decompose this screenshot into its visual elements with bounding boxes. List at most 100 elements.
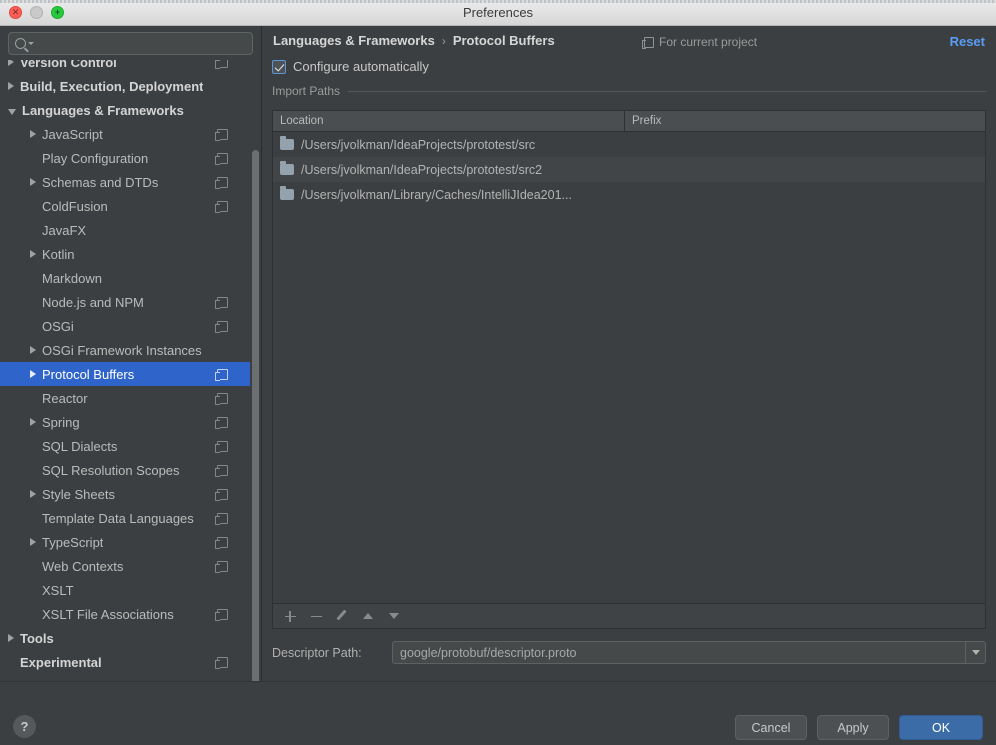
window-titlebar: ✕ + Preferences: [0, 0, 996, 26]
import-paths-table[interactable]: Location Prefix /Users/jvolkman/IdeaProj…: [272, 110, 986, 604]
sidebar-item-label: OSGi Framework Instances: [42, 342, 202, 358]
sidebar-item-label: Version Control: [20, 60, 117, 70]
chevron-right-icon[interactable]: [30, 250, 36, 258]
chevron-down-icon[interactable]: [28, 42, 34, 45]
minimize-window-button[interactable]: [30, 6, 43, 19]
sidebar-item-protocol-buffers[interactable]: Protocol Buffers: [0, 362, 250, 386]
sidebar-item-tools[interactable]: Tools: [0, 626, 250, 650]
folder-icon: [280, 186, 294, 200]
window-controls[interactable]: ✕ +: [9, 6, 64, 19]
close-window-button[interactable]: ✕: [9, 6, 22, 19]
sidebar-item-javascript[interactable]: JavaScript: [0, 122, 250, 146]
sidebar-item-play-configuration[interactable]: Play Configuration: [0, 146, 250, 170]
zoom-window-button[interactable]: +: [51, 6, 64, 19]
sidebar-item-sql-dialects[interactable]: SQL Dialects: [0, 434, 250, 458]
import-path-location: /Users/jvolkman/IdeaProjects/prototest/s…: [301, 137, 536, 152]
help-button[interactable]: ?: [13, 715, 36, 738]
search-field[interactable]: [8, 32, 253, 55]
sidebar-item-label: XSLT: [42, 582, 74, 598]
arrow-up-icon: [363, 613, 373, 619]
sidebar-item-build-execution-deployment[interactable]: Build, Execution, Deployment: [0, 74, 250, 98]
chevron-right-icon[interactable]: [30, 490, 36, 498]
sidebar-item-markdown[interactable]: Markdown: [0, 266, 250, 290]
sidebar-item-label: Template Data Languages: [42, 510, 194, 526]
sidebar-item-typescript[interactable]: TypeScript: [0, 530, 250, 554]
sidebar-item-languages-frameworks[interactable]: Languages & Frameworks: [0, 98, 250, 122]
sidebar-item-osgi[interactable]: OSGi: [0, 314, 250, 338]
column-header-location[interactable]: Location: [273, 111, 625, 131]
sidebar-item-xslt[interactable]: XSLT: [0, 578, 250, 602]
module-icon: [215, 176, 228, 189]
breadcrumb-parent[interactable]: Languages & Frameworks: [273, 33, 435, 48]
chevron-right-icon[interactable]: [30, 418, 36, 426]
sidebar-item-template-data-languages[interactable]: Template Data Languages: [0, 506, 250, 530]
sidebar-item-node-js-and-npm[interactable]: Node.js and NPM: [0, 290, 250, 314]
configure-automatically-row[interactable]: Configure automatically: [272, 59, 429, 74]
sidebar-item-label: Web Contexts: [42, 558, 124, 574]
sidebar-item-experimental[interactable]: Experimental: [0, 650, 250, 674]
sidebar-item-label: Build, Execution, Deployment: [20, 78, 204, 94]
pencil-icon: [336, 610, 348, 622]
chevron-right-icon[interactable]: [8, 60, 14, 66]
reset-link[interactable]: Reset: [950, 34, 985, 49]
sidebar-item-version-control[interactable]: Version Control: [0, 60, 250, 74]
sidebar-item-label: Reactor: [42, 390, 88, 406]
titlebar-texture: [0, 0, 996, 3]
settings-pane: Languages & Frameworks › Protocol Buffer…: [262, 26, 996, 681]
sidebar-item-label: Style Sheets: [42, 486, 115, 502]
descriptor-path-combobox[interactable]: [392, 641, 986, 664]
sidebar-item-spring[interactable]: Spring: [0, 410, 250, 434]
folder-icon: [280, 161, 294, 175]
sidebar-item-label: SQL Resolution Scopes: [42, 462, 180, 478]
chevron-right-icon[interactable]: [30, 130, 36, 138]
chevron-right-icon[interactable]: [30, 538, 36, 546]
sidebar-item-sql-resolution-scopes[interactable]: SQL Resolution Scopes: [0, 458, 250, 482]
settings-tree-nodes: Version Control Build, Execution, Deploym…: [0, 60, 250, 674]
chevron-right-icon[interactable]: [30, 346, 36, 354]
configure-automatically-checkbox[interactable]: [272, 59, 286, 74]
chevron-right-icon[interactable]: [8, 82, 14, 90]
configure-automatically-label: Configure automatically: [293, 59, 429, 74]
sidebar-scrollbar-thumb[interactable]: [252, 150, 259, 681]
table-row[interactable]: /Users/jvolkman/Library/Caches/IntelliJI…: [273, 182, 985, 207]
sidebar-item-reactor[interactable]: Reactor: [0, 386, 250, 410]
breadcrumb: Languages & Frameworks › Protocol Buffer…: [273, 33, 555, 48]
module-icon: [215, 656, 228, 669]
module-icon: [215, 512, 228, 525]
search-container: [0, 26, 261, 60]
move-down-button[interactable]: [383, 606, 405, 626]
scope-label: For current project: [659, 35, 758, 49]
edit-import-path-button[interactable]: [331, 606, 353, 626]
sidebar-item-label: Languages & Frameworks: [22, 102, 184, 118]
module-icon: [215, 464, 228, 477]
sidebar-item-xslt-file-associations[interactable]: XSLT File Associations: [0, 602, 250, 626]
column-header-prefix[interactable]: Prefix: [625, 111, 985, 131]
sidebar-item-web-contexts[interactable]: Web Contexts: [0, 554, 250, 578]
sidebar-item-schemas-and-dtds[interactable]: Schemas and DTDs: [0, 170, 250, 194]
remove-import-path-button[interactable]: [305, 606, 327, 626]
table-row[interactable]: /Users/jvolkman/IdeaProjects/prototest/s…: [273, 157, 985, 182]
table-row[interactable]: /Users/jvolkman/IdeaProjects/prototest/s…: [273, 132, 985, 157]
import-paths-toolbar: [272, 604, 986, 629]
chevron-right-icon[interactable]: [8, 634, 14, 642]
sidebar-item-kotlin[interactable]: Kotlin: [0, 242, 250, 266]
search-input[interactable]: [40, 36, 246, 51]
add-import-path-button[interactable]: [279, 606, 301, 626]
sidebar-item-style-sheets[interactable]: Style Sheets: [0, 482, 250, 506]
sidebar-scrollbar[interactable]: [252, 150, 259, 681]
table-header: Location Prefix: [273, 111, 985, 132]
sidebar-item-label: SQL Dialects: [42, 438, 118, 454]
descriptor-path-input[interactable]: [393, 645, 965, 660]
sidebar-item-osgi-framework-instances[interactable]: OSGi Framework Instances: [0, 338, 250, 362]
descriptor-path-label: Descriptor Path:: [272, 645, 362, 660]
sidebar-item-label: XSLT File Associations: [42, 606, 174, 622]
chevron-down-icon[interactable]: [8, 108, 16, 115]
descriptor-path-dropdown-button[interactable]: [965, 642, 985, 663]
move-up-button[interactable]: [357, 606, 379, 626]
settings-sidebar: Version Control Build, Execution, Deploym…: [0, 26, 262, 681]
sidebar-item-coldfusion[interactable]: ColdFusion: [0, 194, 250, 218]
settings-tree[interactable]: Version Control Build, Execution, Deploym…: [0, 60, 262, 681]
chevron-right-icon[interactable]: [30, 370, 36, 378]
sidebar-item-javafx[interactable]: JavaFX: [0, 218, 250, 242]
chevron-right-icon[interactable]: [30, 178, 36, 186]
